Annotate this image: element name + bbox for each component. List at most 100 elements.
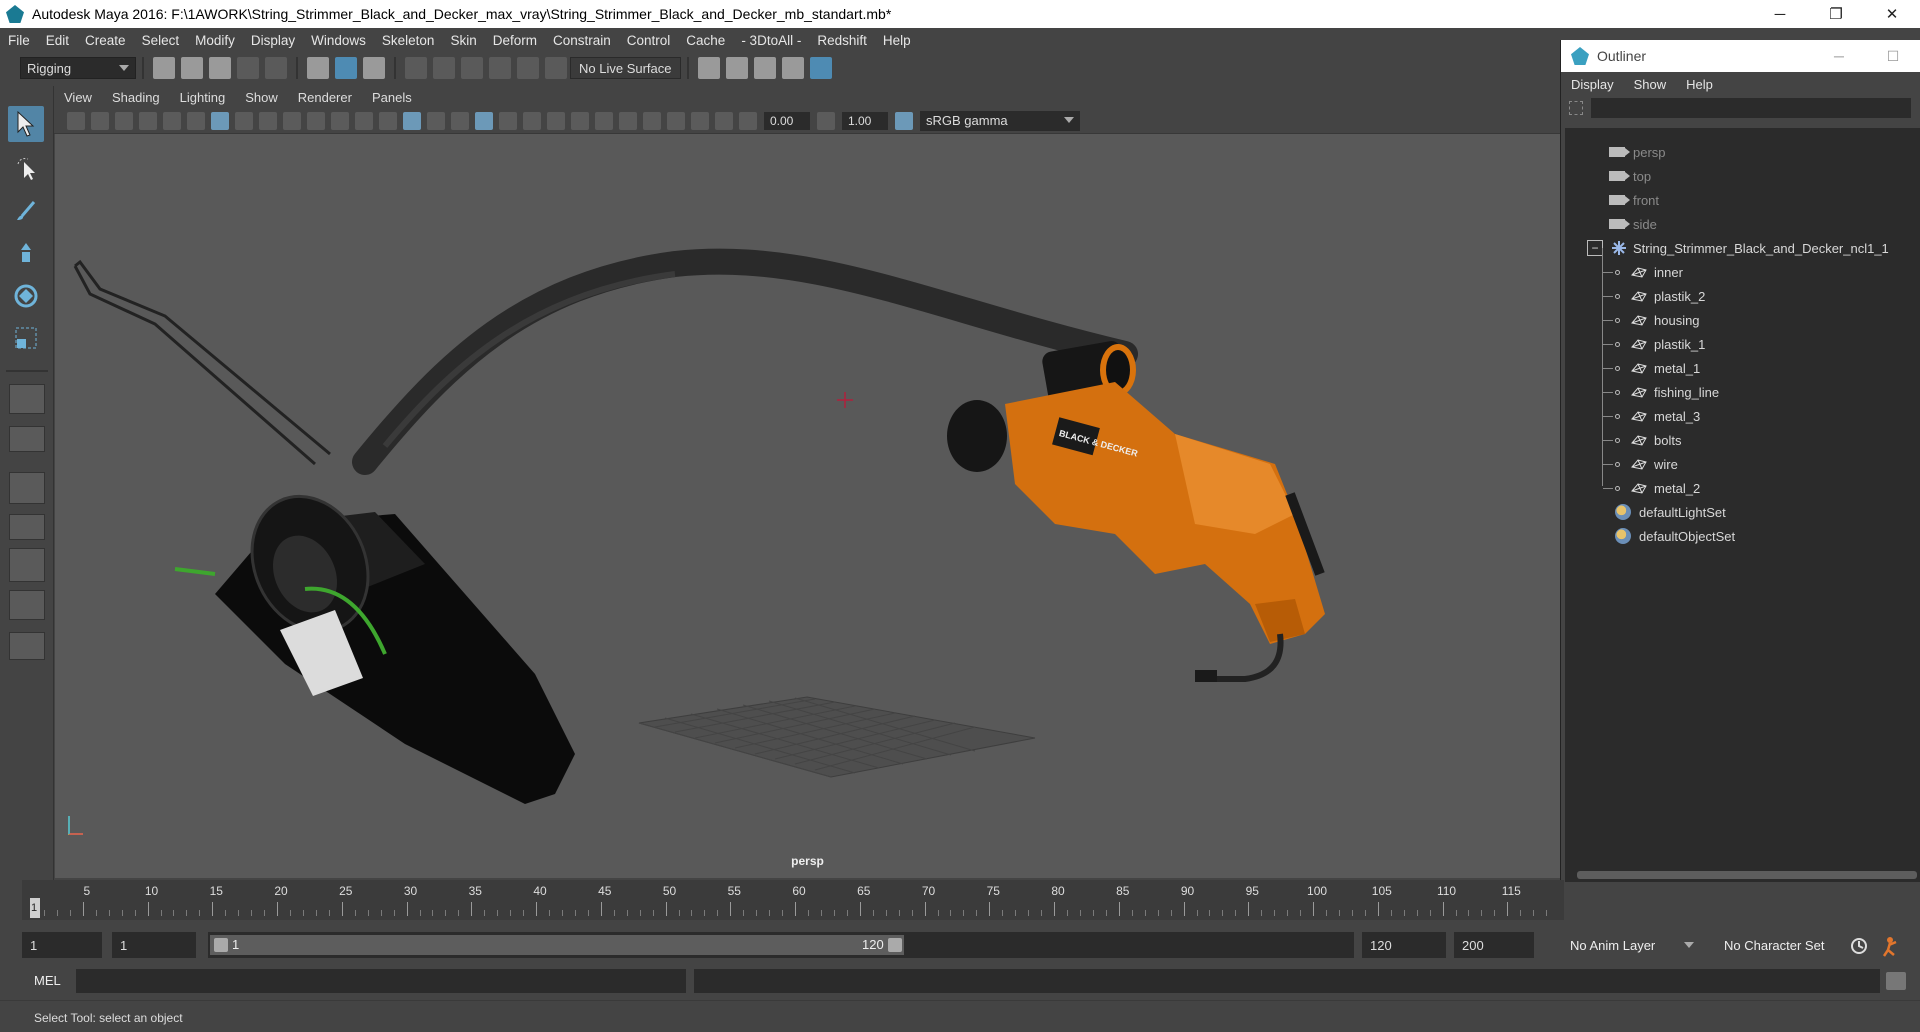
animation-preferences-icon[interactable] (1880, 934, 1906, 958)
select-camera-icon[interactable] (67, 111, 85, 130)
outliner-item-side[interactable]: side (1609, 212, 1657, 236)
select-hierarchy-icon[interactable] (307, 57, 329, 79)
gamma-icon[interactable] (817, 111, 835, 130)
xray-joints-icon[interactable] (715, 111, 733, 130)
menu-modify[interactable]: Modify (187, 33, 243, 48)
outliner-item-metal-3[interactable]: metal_3 (1603, 404, 1700, 428)
outliner-minimize-button[interactable]: ─ (1812, 40, 1866, 72)
select-component-icon[interactable] (363, 57, 385, 79)
outliner-item-default-object-set[interactable]: defaultObjectSet (1615, 524, 1735, 548)
snap-grid-icon[interactable] (405, 57, 427, 79)
hypershade-layout-button[interactable] (9, 548, 45, 582)
menu-display[interactable]: Display (243, 33, 303, 48)
menu-redshift[interactable]: Redshift (809, 33, 875, 48)
save-scene-icon[interactable] (209, 57, 231, 79)
xray-active-icon[interactable] (691, 111, 709, 130)
character-set-dropdown[interactable]: No Character Set (1716, 932, 1856, 958)
outliner-item-default-light-set[interactable]: defaultLightSet (1615, 500, 1726, 524)
scale-tool-button[interactable] (8, 320, 44, 356)
2d-pan-zoom-icon[interactable] (163, 111, 181, 130)
snap-view-plane-icon[interactable] (517, 57, 539, 79)
scrollbar-thumb[interactable] (1577, 871, 1917, 879)
textured-icon[interactable] (475, 111, 493, 130)
shadows-icon[interactable] (523, 111, 541, 130)
menu-skin[interactable]: Skin (442, 33, 484, 48)
smooth-shade-icon[interactable] (403, 111, 421, 130)
menu-3dtoall[interactable]: - 3DtoAll - (733, 33, 809, 48)
render-frame-icon[interactable] (725, 57, 748, 79)
film-gate-icon[interactable] (235, 111, 253, 130)
outliner-item-top[interactable]: top (1609, 164, 1651, 188)
menu-constrain[interactable]: Constrain (545, 33, 619, 48)
xray-icon[interactable] (667, 111, 685, 130)
restore-button[interactable]: ❐ (1808, 0, 1864, 28)
default-material-icon[interactable] (427, 111, 445, 130)
hypershade-icon[interactable] (809, 57, 832, 79)
ipr-render-icon[interactable] (753, 57, 776, 79)
outliner-item-persp[interactable]: persp (1609, 140, 1666, 164)
field-chart-icon[interactable] (307, 111, 325, 130)
exposure-icon[interactable] (739, 111, 757, 130)
layout-more-button[interactable] (9, 632, 45, 660)
outliner-item-fishing-line[interactable]: fishing_line (1603, 380, 1719, 404)
menu-create[interactable]: Create (77, 33, 134, 48)
viewport-menu-lighting[interactable]: Lighting (170, 90, 236, 105)
rotate-tool-button[interactable] (8, 278, 44, 314)
playback-start-field[interactable]: 1 (112, 932, 196, 958)
minimize-button[interactable]: ─ (1752, 0, 1808, 28)
view-transform-dropdown[interactable]: sRGB gamma (920, 110, 1080, 131)
time-slider[interactable]: 5 10 15 20 25 30 35 40 45 50 55 60 65 70 75 80 85 90 95 100… (22, 880, 1564, 920)
viewport-menu-show[interactable]: Show (235, 90, 288, 105)
menu-help[interactable]: Help (875, 33, 919, 48)
viewport-menu-view[interactable]: View (54, 90, 102, 105)
filter-icon[interactable] (1569, 101, 1583, 115)
depth-of-field-icon[interactable] (619, 111, 637, 130)
wireframe-icon[interactable] (379, 111, 397, 130)
select-object-icon[interactable] (335, 57, 357, 79)
menuset-dropdown[interactable]: Rigging (20, 57, 136, 79)
menu-deform[interactable]: Deform (485, 33, 545, 48)
menu-skeleton[interactable]: Skeleton (374, 33, 443, 48)
range-end-handle[interactable] (888, 938, 902, 952)
safe-action-icon[interactable] (331, 111, 349, 130)
render-settings-icon[interactable] (781, 57, 804, 79)
anti-aliasing-icon[interactable] (595, 111, 613, 130)
command-input[interactable] (76, 969, 686, 993)
live-surface-field[interactable]: No Live Surface (570, 57, 681, 79)
playback-end-field[interactable]: 120 (1362, 932, 1446, 958)
range-slider-bar[interactable] (210, 935, 904, 955)
grid-icon[interactable] (211, 111, 229, 130)
lasso-tool-button[interactable] (8, 150, 44, 186)
snap-point-icon[interactable] (461, 57, 483, 79)
close-button[interactable]: ✕ (1864, 0, 1920, 28)
outliner-maximize-button[interactable]: ☐ (1866, 40, 1920, 72)
collapse-icon[interactable]: − (1587, 240, 1603, 256)
color-management-icon[interactable] (895, 111, 913, 130)
anim-layer-dropdown[interactable]: No Anim Layer (1562, 932, 1700, 958)
image-plane-icon[interactable] (139, 111, 157, 130)
outliner-tree[interactable]: persp top front side − String_Strimmer_B… (1565, 128, 1920, 868)
open-scene-icon[interactable] (181, 57, 203, 79)
snap-projected-center-icon[interactable] (489, 57, 511, 79)
outliner-menu-help[interactable]: Help (1676, 77, 1723, 92)
new-scene-icon[interactable] (153, 57, 175, 79)
outliner-item-front[interactable]: front (1609, 188, 1659, 212)
outliner-item-plastik-2[interactable]: plastik_2 (1603, 284, 1705, 308)
script-editor-icon[interactable] (1886, 972, 1906, 990)
outliner-menu-display[interactable]: Display (1561, 77, 1624, 92)
viewport-menu-panels[interactable]: Panels (362, 90, 422, 105)
snap-curve-icon[interactable] (433, 57, 455, 79)
viewport-menu-shading[interactable]: Shading (102, 90, 170, 105)
motion-blur-icon[interactable] (571, 111, 589, 130)
grease-pencil-icon[interactable] (187, 111, 205, 130)
make-live-icon[interactable] (545, 57, 567, 79)
animation-start-field[interactable]: 1 (22, 932, 102, 958)
animation-end-field[interactable]: 200 (1454, 932, 1534, 958)
redo-icon[interactable] (265, 57, 287, 79)
outliner-item-wire[interactable]: wire (1603, 452, 1678, 476)
exposure-field[interactable]: 0.00 (764, 111, 810, 130)
auto-key-icon[interactable] (1848, 936, 1870, 956)
gate-mask-icon[interactable] (283, 111, 301, 130)
menu-cache[interactable]: Cache (678, 33, 733, 48)
perspective-viewport[interactable]: BLACK & DECKER persp (55, 134, 1560, 878)
